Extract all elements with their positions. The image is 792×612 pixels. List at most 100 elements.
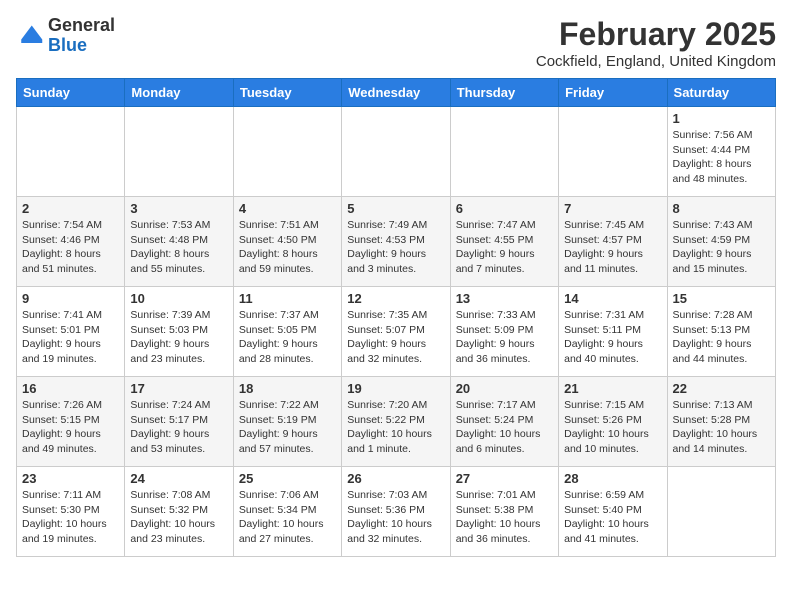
day-number: 3 <box>130 201 227 216</box>
day-number: 22 <box>673 381 770 396</box>
day-detail: Sunrise: 7:43 AM Sunset: 4:59 PM Dayligh… <box>673 218 770 277</box>
weekday-header-sunday: Sunday <box>17 79 125 107</box>
day-number: 5 <box>347 201 444 216</box>
calendar-table: SundayMondayTuesdayWednesdayThursdayFrid… <box>16 78 776 557</box>
day-number: 8 <box>673 201 770 216</box>
day-detail: Sunrise: 7:20 AM Sunset: 5:22 PM Dayligh… <box>347 398 444 457</box>
calendar-cell: 1 Sunrise: 7:56 AM Sunset: 4:44 PM Daylig… <box>667 107 775 197</box>
day-detail: Sunrise: 6:59 AM Sunset: 5:40 PM Dayligh… <box>564 488 661 547</box>
day-detail: Sunrise: 7:49 AM Sunset: 4:53 PM Dayligh… <box>347 218 444 277</box>
calendar-cell: 4 Sunrise: 7:51 AM Sunset: 4:50 PM Daylig… <box>233 197 341 287</box>
week-row-1: 2 Sunrise: 7:54 AM Sunset: 4:46 PM Daylig… <box>17 197 776 287</box>
calendar-cell: 11 Sunrise: 7:37 AM Sunset: 5:05 PM Dayli… <box>233 287 341 377</box>
day-number: 2 <box>22 201 119 216</box>
day-number: 25 <box>239 471 336 486</box>
page-header: General Blue February 2025 Cockfield, En… <box>16 16 776 70</box>
weekday-header-saturday: Saturday <box>667 79 775 107</box>
calendar-cell: 6 Sunrise: 7:47 AM Sunset: 4:55 PM Daylig… <box>450 197 558 287</box>
calendar-cell: 28Sunrise: 6:59 AM Sunset: 5:40 PM Dayli… <box>559 467 667 557</box>
day-number: 15 <box>673 291 770 306</box>
day-number: 1 <box>673 111 770 126</box>
day-number: 10 <box>130 291 227 306</box>
weekday-header-thursday: Thursday <box>450 79 558 107</box>
logo-blue: Blue <box>48 35 87 55</box>
day-detail: Sunrise: 7:53 AM Sunset: 4:48 PM Dayligh… <box>130 218 227 277</box>
day-detail: Sunrise: 7:08 AM Sunset: 5:32 PM Dayligh… <box>130 488 227 547</box>
day-detail: Sunrise: 7:41 AM Sunset: 5:01 PM Dayligh… <box>22 308 119 367</box>
calendar-cell: 5 Sunrise: 7:49 AM Sunset: 4:53 PM Daylig… <box>342 197 450 287</box>
calendar-cell: 24 Sunrise: 7:08 AM Sunset: 5:32 PM Dayli… <box>125 467 233 557</box>
calendar-cell: 7 Sunrise: 7:45 AM Sunset: 4:57 PM Daylig… <box>559 197 667 287</box>
logo-general: General <box>48 15 115 35</box>
day-detail: Sunrise: 7:22 AM Sunset: 5:19 PM Dayligh… <box>239 398 336 457</box>
day-number: 13 <box>456 291 553 306</box>
calendar-cell: 14Sunrise: 7:31 AM Sunset: 5:11 PM Dayli… <box>559 287 667 377</box>
day-number: 24 <box>130 471 227 486</box>
calendar-cell <box>125 107 233 197</box>
calendar-cell: 10 Sunrise: 7:39 AM Sunset: 5:03 PM Dayli… <box>125 287 233 377</box>
day-number: 4 <box>239 201 336 216</box>
day-detail: Sunrise: 7:28 AM Sunset: 5:13 PM Dayligh… <box>673 308 770 367</box>
weekday-header-wednesday: Wednesday <box>342 79 450 107</box>
day-number: 6 <box>456 201 553 216</box>
weekday-header-monday: Monday <box>125 79 233 107</box>
calendar-title: February 2025 <box>536 16 776 53</box>
calendar-cell: 15 Sunrise: 7:28 AM Sunset: 5:13 PM Dayli… <box>667 287 775 377</box>
day-detail: Sunrise: 7:45 AM Sunset: 4:57 PM Dayligh… <box>564 218 661 277</box>
day-number: 27 <box>456 471 553 486</box>
calendar-cell: 21 Sunrise: 7:15 AM Sunset: 5:26 PM Dayli… <box>559 377 667 467</box>
day-detail: Sunrise: 7:54 AM Sunset: 4:46 PM Dayligh… <box>22 218 119 277</box>
day-number: 21 <box>564 381 661 396</box>
day-number: 20 <box>456 381 553 396</box>
logo-text: General Blue <box>48 16 115 56</box>
day-detail: Sunrise: 7:51 AM Sunset: 4:50 PM Dayligh… <box>239 218 336 277</box>
day-number: 19 <box>347 381 444 396</box>
day-detail: Sunrise: 7:47 AM Sunset: 4:55 PM Dayligh… <box>456 218 553 277</box>
day-number: 9 <box>22 291 119 306</box>
day-detail: Sunrise: 7:26 AM Sunset: 5:15 PM Dayligh… <box>22 398 119 457</box>
calendar-cell <box>559 107 667 197</box>
calendar-cell: 3 Sunrise: 7:53 AM Sunset: 4:48 PM Daylig… <box>125 197 233 287</box>
day-detail: Sunrise: 7:03 AM Sunset: 5:36 PM Dayligh… <box>347 488 444 547</box>
week-row-2: 9 Sunrise: 7:41 AM Sunset: 5:01 PM Daylig… <box>17 287 776 377</box>
calendar-cell <box>342 107 450 197</box>
day-detail: Sunrise: 7:39 AM Sunset: 5:03 PM Dayligh… <box>130 308 227 367</box>
calendar-cell <box>233 107 341 197</box>
calendar-cell: 25 Sunrise: 7:06 AM Sunset: 5:34 PM Dayli… <box>233 467 341 557</box>
calendar-cell: 13 Sunrise: 7:33 AM Sunset: 5:09 PM Dayli… <box>450 287 558 377</box>
day-detail: Sunrise: 7:11 AM Sunset: 5:30 PM Dayligh… <box>22 488 119 547</box>
calendar-cell: 17Sunrise: 7:24 AM Sunset: 5:17 PM Dayli… <box>125 377 233 467</box>
week-row-0: 1 Sunrise: 7:56 AM Sunset: 4:44 PM Daylig… <box>17 107 776 197</box>
calendar-cell <box>667 467 775 557</box>
day-number: 7 <box>564 201 661 216</box>
calendar-cell <box>450 107 558 197</box>
calendar-subtitle: Cockfield, England, United Kingdom <box>536 53 776 70</box>
calendar-cell: 20Sunrise: 7:17 AM Sunset: 5:24 PM Dayli… <box>450 377 558 467</box>
day-detail: Sunrise: 7:35 AM Sunset: 5:07 PM Dayligh… <box>347 308 444 367</box>
calendar-cell: 9 Sunrise: 7:41 AM Sunset: 5:01 PM Daylig… <box>17 287 125 377</box>
logo-icon <box>16 22 44 50</box>
calendar-cell: 23Sunrise: 7:11 AM Sunset: 5:30 PM Dayli… <box>17 467 125 557</box>
weekday-header-tuesday: Tuesday <box>233 79 341 107</box>
day-detail: Sunrise: 7:56 AM Sunset: 4:44 PM Dayligh… <box>673 128 770 187</box>
week-row-4: 23Sunrise: 7:11 AM Sunset: 5:30 PM Dayli… <box>17 467 776 557</box>
calendar-cell: 27Sunrise: 7:01 AM Sunset: 5:38 PM Dayli… <box>450 467 558 557</box>
day-number: 11 <box>239 291 336 306</box>
day-number: 16 <box>22 381 119 396</box>
calendar-cell: 12 Sunrise: 7:35 AM Sunset: 5:07 PM Dayli… <box>342 287 450 377</box>
day-number: 12 <box>347 291 444 306</box>
day-number: 26 <box>347 471 444 486</box>
day-detail: Sunrise: 7:33 AM Sunset: 5:09 PM Dayligh… <box>456 308 553 367</box>
title-block: February 2025 Cockfield, England, United… <box>536 16 776 70</box>
week-row-3: 16 Sunrise: 7:26 AM Sunset: 5:15 PM Dayli… <box>17 377 776 467</box>
calendar-cell <box>17 107 125 197</box>
day-detail: Sunrise: 7:06 AM Sunset: 5:34 PM Dayligh… <box>239 488 336 547</box>
calendar-cell: 19 Sunrise: 7:20 AM Sunset: 5:22 PM Dayli… <box>342 377 450 467</box>
logo: General Blue <box>16 16 115 56</box>
day-number: 17 <box>130 381 227 396</box>
day-detail: Sunrise: 7:31 AM Sunset: 5:11 PM Dayligh… <box>564 308 661 367</box>
day-detail: Sunrise: 7:15 AM Sunset: 5:26 PM Dayligh… <box>564 398 661 457</box>
weekday-header-friday: Friday <box>559 79 667 107</box>
day-number: 18 <box>239 381 336 396</box>
day-detail: Sunrise: 7:37 AM Sunset: 5:05 PM Dayligh… <box>239 308 336 367</box>
